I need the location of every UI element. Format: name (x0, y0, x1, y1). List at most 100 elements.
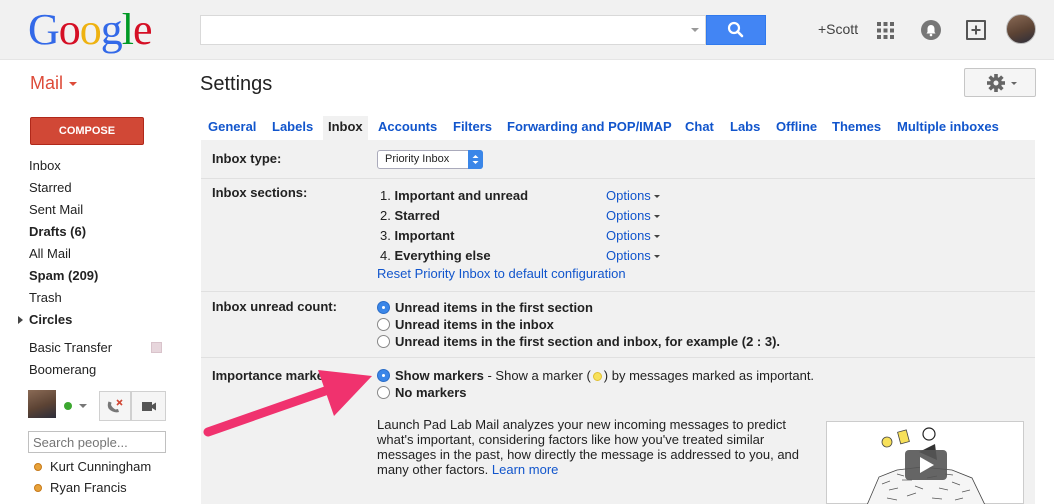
page-title: Settings (200, 73, 273, 95)
chat-contact[interactable]: Kurt Cunningham (34, 459, 151, 474)
search-input[interactable] (201, 16, 681, 44)
logo-letter: o (79, 5, 102, 54)
tab-general[interactable]: General (208, 116, 256, 140)
learn-more-link[interactable]: Learn more (492, 462, 558, 477)
gear-icon (987, 74, 1017, 92)
nav-trash[interactable]: Trash (29, 290, 62, 305)
description-text: Launch Pad Lab Mail analyzes your new in… (377, 417, 800, 477)
inbox-sections-label: Inbox sections: (212, 185, 308, 200)
chevron-down-icon[interactable] (79, 404, 87, 408)
section-number: 4. (380, 248, 391, 263)
chevron-down-icon (653, 215, 660, 219)
priority-inbox-description: Launch Pad Lab Mail analyzes your new in… (377, 417, 807, 477)
section-name: Starred (394, 208, 440, 223)
logo-letter: e (133, 5, 153, 54)
apps-grid-icon[interactable] (877, 22, 894, 39)
chevron-down-icon (653, 195, 660, 199)
nav-sent-mail[interactable]: Sent Mail (29, 202, 83, 217)
tab-chat[interactable]: Chat (685, 116, 714, 140)
google-plus-profile-link[interactable]: +Scott (818, 21, 858, 37)
section-item: 4. Everything else (380, 248, 491, 263)
tab-offline[interactable]: Offline (776, 116, 817, 140)
nav-drafts[interactable]: Drafts (6) (29, 224, 86, 239)
inbox-type-value: Priority Inbox (385, 153, 450, 165)
section-options-dropdown[interactable]: Options (606, 248, 660, 263)
expand-circles-icon[interactable] (18, 316, 23, 324)
nav-circles[interactable]: Circles (29, 312, 72, 327)
row-divider (201, 357, 1035, 358)
logo-letter: o (58, 5, 81, 54)
section-options-dropdown[interactable]: Options (606, 228, 660, 243)
plus-icon (971, 25, 981, 35)
tab-labels[interactable]: Labels (272, 116, 313, 140)
radio-label: Unread items in the inbox (395, 317, 554, 332)
nav-starred[interactable]: Starred (29, 180, 72, 195)
radio-button[interactable] (377, 318, 390, 331)
google-logo[interactable]: Google (28, 5, 153, 54)
search-button[interactable] (706, 15, 766, 45)
nav-inbox[interactable]: Inbox (29, 158, 61, 173)
idle-status-icon (34, 463, 42, 471)
video-thumbnail[interactable] (826, 421, 1024, 504)
search-icon (727, 21, 744, 38)
row-divider (201, 178, 1035, 179)
section-name: Important (394, 228, 455, 243)
section-options-dropdown[interactable]: Options (606, 208, 660, 223)
radio-label: Unread items in the first section (395, 300, 593, 315)
chat-status-bar (28, 390, 166, 424)
chat-contact[interactable]: Ryan Francis (34, 480, 127, 495)
options-label: Options (606, 228, 651, 243)
compose-button[interactable]: COMPOSE (30, 117, 144, 145)
radio-button[interactable] (377, 335, 390, 348)
section-item: 2. Starred (380, 208, 440, 223)
section-number: 1. (380, 188, 391, 203)
notifications-bell-icon[interactable] (921, 20, 941, 40)
section-options-dropdown[interactable]: Options (606, 188, 660, 203)
tab-inbox[interactable]: Inbox (323, 116, 368, 140)
nav-label-boomerang[interactable]: Boomerang (29, 362, 96, 377)
section-name: Everything else (394, 248, 491, 263)
options-label: Options (606, 188, 651, 203)
nav-spam[interactable]: Spam (209) (29, 268, 98, 283)
mail-label: Mail (30, 73, 64, 93)
chat-avatar[interactable] (28, 390, 56, 418)
logo-letter: G (28, 5, 60, 54)
inbox-type-select[interactable]: Priority Inbox (377, 150, 483, 169)
nav-all-mail[interactable]: All Mail (29, 246, 71, 261)
tab-themes[interactable]: Themes (832, 116, 881, 140)
logo-letter: l (121, 5, 134, 54)
show-markers-label: Show markers (395, 368, 484, 383)
online-status-icon[interactable] (64, 402, 72, 410)
tab-accounts[interactable]: Accounts (378, 116, 437, 140)
show-markers-desc-end: ) by messages marked as important. (603, 368, 815, 383)
section-item: 3. Important (380, 228, 454, 243)
annotation-arrow-icon (203, 370, 372, 437)
mail-switcher[interactable]: Mail (30, 73, 78, 94)
tab-filters[interactable]: Filters (453, 116, 492, 140)
idle-status-icon (34, 484, 42, 492)
search-box[interactable] (200, 15, 706, 45)
nav-label-basic-transfer[interactable]: Basic Transfer (29, 340, 112, 355)
radio-button-selected[interactable] (377, 301, 390, 314)
account-avatar[interactable] (1006, 14, 1036, 44)
video-illustration (866, 427, 985, 504)
search-people-input[interactable] (29, 432, 165, 452)
video-call-button[interactable] (131, 391, 166, 421)
logo-letter: g (100, 5, 123, 54)
section-name: Important and unread (394, 188, 529, 203)
tab-labs[interactable]: Labs (730, 116, 760, 140)
radio-label: Unread items in the first section and in… (395, 334, 781, 349)
share-plus-icon[interactable] (966, 20, 986, 40)
options-label: Options (606, 208, 651, 223)
tab-forwarding[interactable]: Forwarding and POP/IMAP (507, 116, 672, 140)
settings-gear-button[interactable] (964, 68, 1036, 97)
reset-priority-inbox-link[interactable]: Reset Priority Inbox to default configur… (377, 266, 626, 281)
contact-name: Kurt Cunningham (50, 459, 152, 474)
tab-multiple-inboxes[interactable]: Multiple inboxes (897, 116, 999, 140)
search-options-caret-icon[interactable] (691, 28, 699, 32)
contact-name: Ryan Francis (50, 480, 127, 495)
search-people-field[interactable] (28, 431, 166, 453)
phone-call-button[interactable] (99, 391, 131, 421)
label-color-chip[interactable] (151, 342, 162, 353)
show-markers-desc: - Show a marker ( (483, 368, 591, 383)
